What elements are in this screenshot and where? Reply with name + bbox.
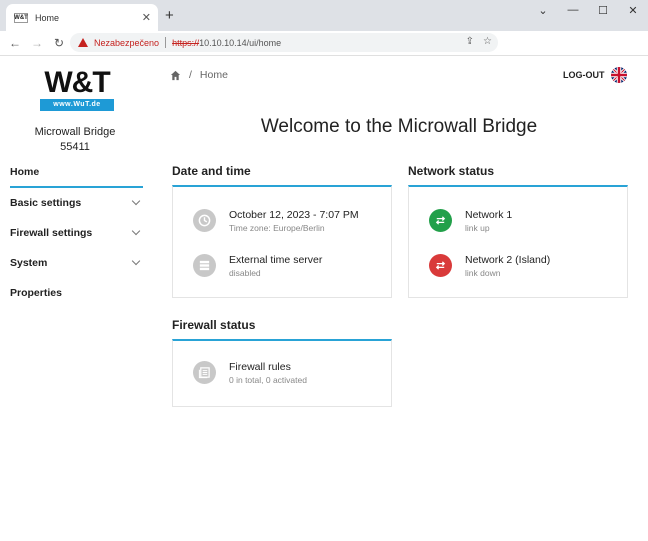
home-icon[interactable] (170, 70, 181, 81)
exchange-arrows-icon (429, 254, 452, 277)
server-icon (193, 254, 216, 277)
device-info: Microwall Bridge 55411 (0, 125, 150, 155)
network-2-row: Network 2 (Island) link down (429, 254, 550, 280)
share-icon[interactable]: ⇪ (466, 36, 474, 47)
network-2-status: link down (465, 268, 501, 278)
page: W&T www.WuT.de Microwall Bridge 55411 Ho… (0, 55, 648, 541)
browser-tabstrip: W&T Home ✕ + ⌄ — ☐ ✕ (0, 0, 648, 31)
chevron-down-icon (131, 196, 141, 206)
main-content: / Home LOG-OUT Welcome to the Microwall … (150, 56, 648, 541)
tab-title: Home (35, 12, 60, 23)
logo-text: W&T (44, 66, 110, 99)
sidebar-item-label: System (10, 257, 48, 269)
security-label[interactable]: Nezabezpečeno (94, 38, 159, 48)
page-title: Welcome to the Microwall Bridge (260, 116, 538, 137)
forward-icon[interactable]: → (26, 36, 48, 50)
device-id: 55411 (60, 141, 90, 153)
window-controls: ⌄ — ☐ ✕ (528, 0, 648, 20)
minimize-icon[interactable]: — (558, 0, 588, 20)
new-tab-icon[interactable]: + (165, 7, 174, 24)
chevron-down-icon (131, 226, 141, 236)
list-icon (193, 361, 216, 384)
breadcrumb: / Home (170, 69, 228, 81)
breadcrumb-separator: / (189, 69, 192, 81)
browser-tab-home[interactable]: W&T Home ✕ (6, 4, 158, 31)
sidebar-item-basic-settings[interactable]: Basic settings (10, 188, 143, 218)
sidebar: W&T www.WuT.de Microwall Bridge 55411 Ho… (0, 56, 150, 541)
breadcrumb-current: Home (199, 69, 228, 81)
firewall-rules-row: Firewall rules 0 in total, 0 activated (193, 361, 307, 387)
exchange-arrows-icon (429, 209, 452, 232)
tab-search-icon[interactable]: ⌄ (528, 0, 558, 20)
uk-flag-icon[interactable] (611, 67, 627, 83)
network-1-name: Network 1 (465, 209, 513, 221)
timezone-text: Time zone: Europe/Berlin (229, 223, 325, 233)
browser-toolbar: ← → ↻ Nezabezpečeno https:// 10.10.10.14… (0, 31, 648, 82)
bookmark-star-icon[interactable]: ☆ (483, 36, 492, 47)
time-server-title: External time server (229, 254, 323, 266)
date-time-heading: Date and time (172, 164, 251, 178)
sidebar-item-label: Basic settings (10, 197, 82, 209)
address-bar[interactable]: Nezabezpečeno https:// 10.10.10.14/ui/ho… (70, 33, 498, 52)
current-datetime: October 12, 2023 - 7:07 PM (229, 209, 359, 221)
network-status-card: Network 1 link up Network 2 (Island) lin… (408, 185, 628, 298)
sidebar-item-system[interactable]: System (10, 248, 143, 278)
maximize-icon[interactable]: ☐ (588, 0, 618, 20)
device-name: Microwall Bridge (34, 126, 116, 138)
sidebar-menu: Home Basic settings Firewall settings Sy… (0, 158, 150, 308)
wut-favicon-icon: W&T (14, 12, 28, 23)
date-time-row: October 12, 2023 - 7:07 PM Time zone: Eu… (193, 209, 359, 235)
sidebar-item-home[interactable]: Home (10, 158, 143, 188)
tab-close-icon[interactable]: ✕ (142, 11, 151, 24)
url-text: 10.10.10.14/ui/home (199, 37, 282, 48)
wut-logo[interactable]: W&T www.WuT.de (40, 68, 114, 112)
sidebar-item-label: Firewall settings (10, 227, 93, 239)
reload-icon[interactable]: ↻ (48, 36, 70, 50)
network-1-row: Network 1 link up (429, 209, 512, 235)
chevron-down-icon (131, 256, 141, 266)
url-scheme: https:// (172, 37, 200, 48)
sidebar-item-firewall-settings[interactable]: Firewall settings (10, 218, 143, 248)
date-time-card: October 12, 2023 - 7:07 PM Time zone: Eu… (172, 185, 392, 298)
firewall-status-card: Firewall rules 0 in total, 0 activated (172, 339, 392, 407)
back-icon[interactable]: ← (4, 36, 26, 50)
firewall-status-heading: Firewall status (172, 318, 256, 332)
omnibox-divider (165, 37, 167, 48)
sidebar-item-label: Home (10, 166, 40, 178)
window-close-icon[interactable]: ✕ (618, 0, 648, 20)
time-server-row: External time server disabled (193, 254, 322, 280)
time-server-status: disabled (229, 268, 261, 278)
sidebar-item-properties[interactable]: Properties (10, 278, 143, 308)
network-1-status: link up (465, 223, 490, 233)
firewall-rules-status: 0 in total, 0 activated (229, 375, 307, 385)
firewall-rules-title: Firewall rules (229, 361, 291, 373)
sidebar-item-label: Properties (10, 287, 62, 299)
network-2-name: Network 2 (Island) (465, 254, 551, 266)
warning-icon (78, 38, 88, 47)
network-status-heading: Network status (408, 164, 495, 178)
logo-url: www.WuT.de (40, 99, 114, 111)
logout-button[interactable]: LOG-OUT (563, 70, 605, 80)
clock-icon (193, 209, 216, 232)
